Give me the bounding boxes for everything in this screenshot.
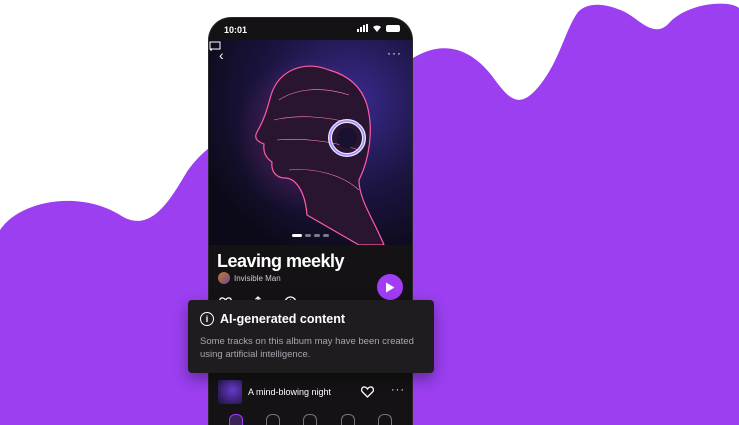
artist-link[interactable]: Invisible Man	[218, 272, 281, 284]
battery-icon	[386, 24, 400, 32]
tooltip-body: Some tracks on this album may have been …	[200, 336, 414, 360]
list-item[interactable]: A mind-blowing night ···	[209, 378, 412, 412]
track-artwork	[218, 380, 242, 404]
status-bar: 10:01	[209, 18, 412, 40]
nav-favorites[interactable]	[303, 414, 318, 425]
nav-explore[interactable]	[266, 414, 281, 425]
tooltip-title: AI-generated content	[220, 312, 346, 326]
more-options-button[interactable]: ···	[387, 46, 402, 60]
info-icon: i	[200, 312, 214, 326]
carousel-dot	[305, 234, 311, 237]
signal-icon	[357, 24, 368, 32]
track-title: A mind-blowing night	[248, 387, 332, 397]
artist-name: Invisible Man	[234, 273, 281, 283]
ai-content-tooltip: i AI-generated content Some tracks on th…	[188, 300, 434, 373]
carousel-dot	[323, 234, 329, 237]
back-button[interactable]: ‹	[219, 48, 233, 62]
carousel-dots	[209, 234, 412, 237]
wifi-icon	[373, 25, 381, 32]
status-time: 10:01	[224, 25, 248, 35]
play-icon	[386, 282, 395, 292]
album-art	[234, 55, 385, 245]
carousel-dot	[292, 234, 302, 237]
tooltip-header: i AI-generated content	[200, 312, 345, 326]
nav-home[interactable]	[228, 414, 243, 425]
album-title: Leaving meekly	[217, 251, 345, 271]
carousel-dot	[314, 234, 320, 237]
play-button[interactable]	[377, 274, 403, 300]
artist-avatar	[218, 272, 230, 284]
status-icons	[357, 24, 400, 32]
heart-icon[interactable]	[361, 386, 374, 398]
nav-search[interactable]	[340, 414, 355, 425]
nav-library[interactable]	[378, 414, 393, 425]
bottom-navigation	[209, 414, 412, 425]
album-cover: ‹ ···	[209, 40, 412, 245]
cast-icon[interactable]	[209, 40, 221, 52]
track-more-button[interactable]: ···	[391, 384, 405, 396]
